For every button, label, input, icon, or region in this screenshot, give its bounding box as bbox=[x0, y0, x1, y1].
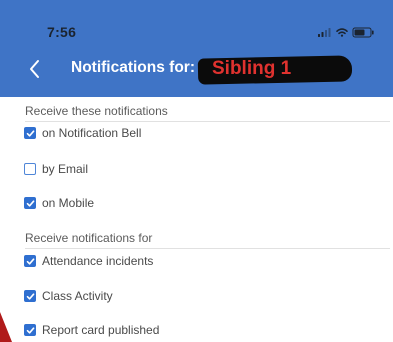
section-divider bbox=[25, 121, 390, 122]
checkbox-checked-icon[interactable] bbox=[24, 197, 36, 209]
option-report-card-published[interactable]: Report card published bbox=[24, 322, 159, 338]
checkbox-checked-icon[interactable] bbox=[24, 127, 36, 139]
option-notification-bell[interactable]: on Notification Bell bbox=[24, 125, 141, 141]
wifi-icon bbox=[336, 28, 348, 37]
checkbox-unchecked-icon[interactable] bbox=[24, 163, 36, 175]
battery-icon bbox=[352, 27, 374, 38]
redacted-student-name: Sibling 1 bbox=[212, 58, 292, 79]
status-time: 7:56 bbox=[47, 24, 77, 40]
option-label: Report card published bbox=[42, 323, 160, 337]
app-header: 7:56 Notifications for: Sibling 1 bbox=[0, 0, 393, 97]
status-icons bbox=[318, 27, 374, 38]
option-label: Attendance incidents bbox=[42, 254, 154, 268]
photo-edge-artifact bbox=[0, 312, 12, 342]
option-label: on Notification Bell bbox=[42, 126, 142, 140]
section-divider bbox=[25, 248, 390, 249]
section-title-channels: Receive these notifications bbox=[25, 104, 168, 118]
checkbox-checked-icon[interactable] bbox=[24, 290, 36, 302]
option-mobile[interactable]: on Mobile bbox=[24, 195, 94, 211]
page-title: Notifications for: bbox=[71, 59, 195, 76]
checkbox-checked-icon[interactable] bbox=[24, 324, 36, 336]
checkbox-checked-icon[interactable] bbox=[24, 255, 36, 267]
option-email[interactable]: by Email bbox=[24, 161, 88, 177]
option-label: by Email bbox=[42, 162, 89, 176]
option-attendance-incidents[interactable]: Attendance incidents bbox=[24, 253, 153, 269]
option-label: on Mobile bbox=[42, 196, 95, 210]
back-button[interactable] bbox=[25, 57, 45, 81]
signal-icon bbox=[318, 28, 331, 37]
chevron-left-icon bbox=[30, 60, 39, 78]
section-title-types: Receive notifications for bbox=[25, 231, 153, 245]
option-label: Class Activity bbox=[42, 289, 113, 303]
option-class-activity[interactable]: Class Activity bbox=[24, 288, 113, 304]
